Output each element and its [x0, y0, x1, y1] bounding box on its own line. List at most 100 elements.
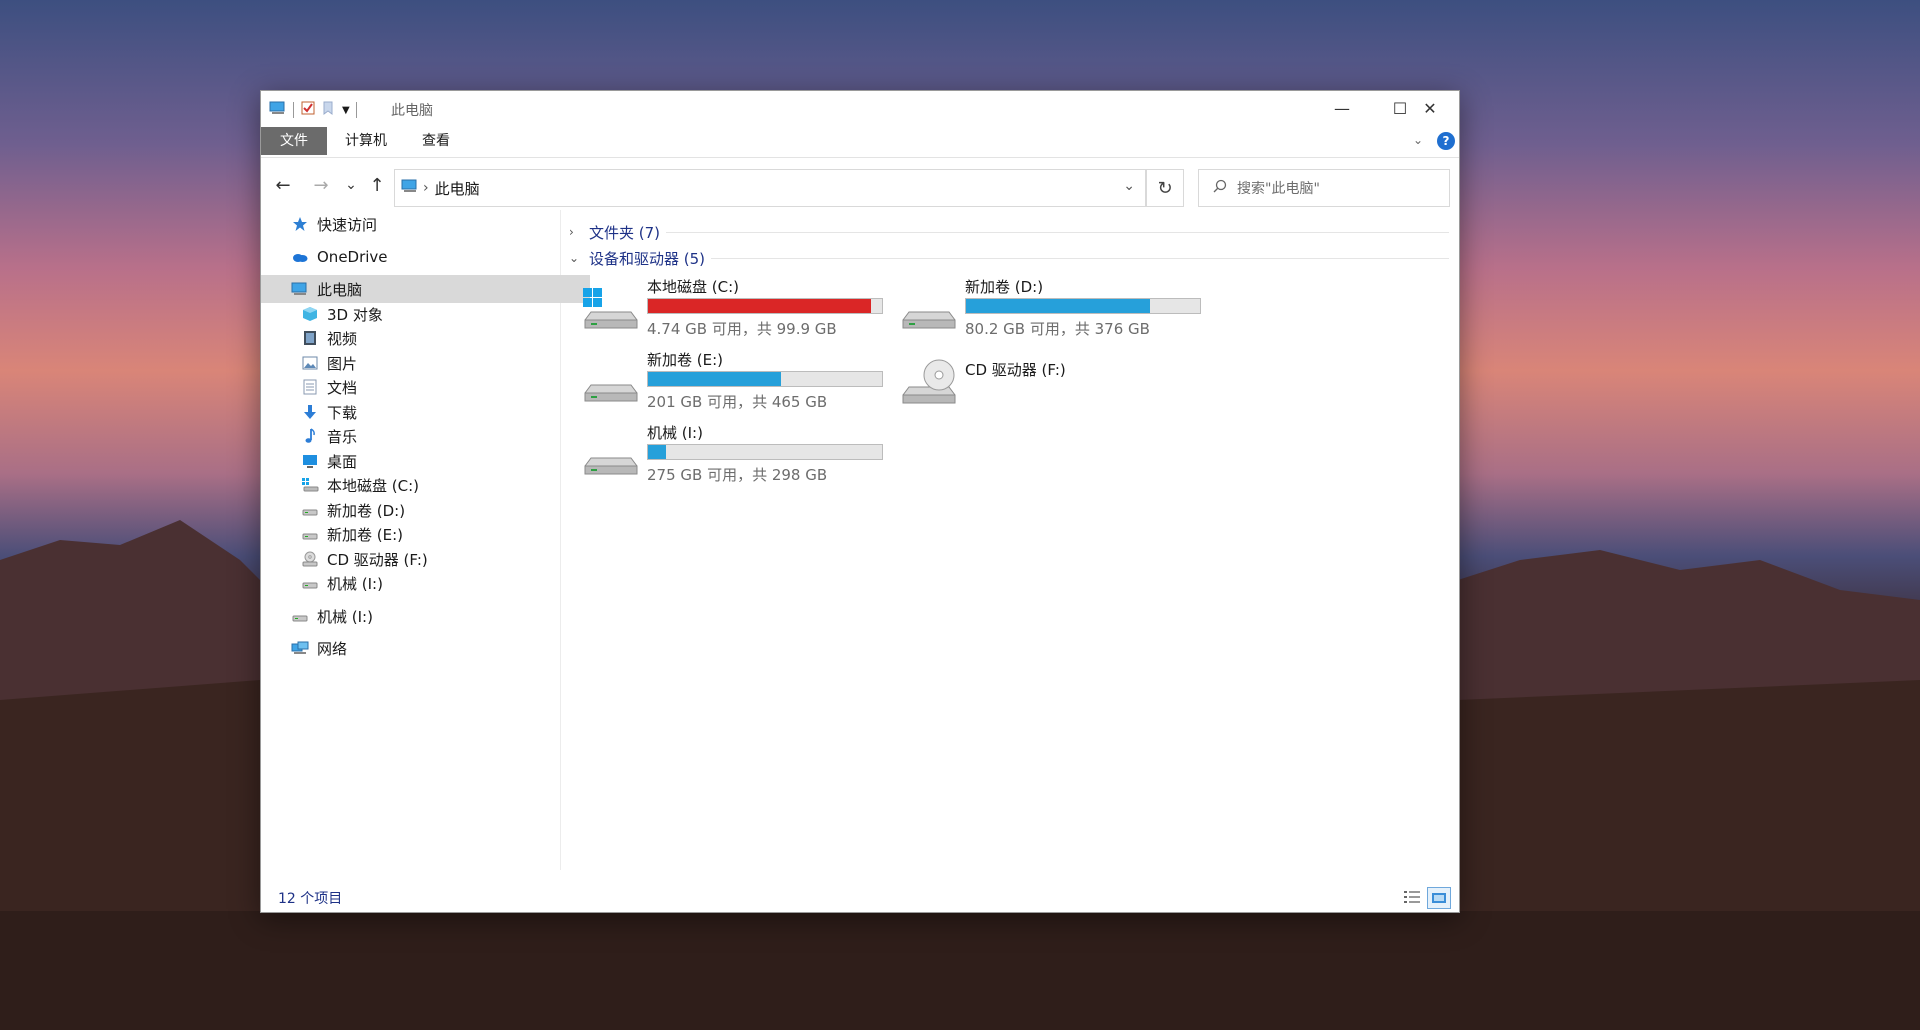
- chevron-down-icon: ⌄: [569, 251, 580, 265]
- quick-access-toolbar: ▼: [269, 100, 357, 120]
- drive-icon: [291, 607, 309, 625]
- sidebar-item-label: 网络: [317, 639, 348, 658]
- refresh-button[interactable]: ↻: [1146, 169, 1184, 207]
- tab-file[interactable]: 文件: [261, 127, 327, 155]
- network-icon: [291, 639, 309, 657]
- drive-name: 新加卷 (E:): [647, 351, 724, 369]
- sidebar-item-label: 3D 对象: [327, 305, 383, 324]
- chevron-down-icon[interactable]: ▼: [342, 105, 350, 116]
- sidebar-item-label: 新加卷 (D:): [327, 501, 406, 520]
- document-icon: [301, 378, 319, 396]
- system-drive-icon: [301, 476, 319, 494]
- sidebar-item-onedrive[interactable]: OneDrive: [261, 243, 590, 271]
- ribbon-tabs: 文件 计算机 查看 ⌄ ?: [261, 127, 1459, 158]
- desktop-icon: [301, 452, 319, 470]
- breadcrumb[interactable]: 此电脑: [435, 178, 480, 199]
- recent-locations-button[interactable]: ⌄: [337, 171, 365, 199]
- group-label: 设备和驱动器 (5): [589, 247, 712, 269]
- sidebar-item-quick-access[interactable]: 快速访问: [261, 210, 590, 238]
- sidebar-item-label: 机械 (I:): [327, 574, 383, 593]
- chevron-down-icon[interactable]: ⌄: [1123, 178, 1135, 194]
- drive-usage-bar: [965, 298, 1201, 314]
- drive-usage-bar: [647, 371, 883, 387]
- sidebar-item-label: 文档: [327, 378, 358, 397]
- chevron-down-icon[interactable]: ⌄: [1413, 133, 1423, 147]
- sidebar-item-label: 新加卷 (E:): [327, 525, 404, 544]
- drive-name: 机械 (I:): [647, 424, 703, 442]
- drive-icon: [301, 525, 319, 543]
- drive-icon: [584, 384, 638, 402]
- sidebar-item-label: 图片: [327, 354, 358, 373]
- sidebar-item-network[interactable]: 网络: [261, 634, 590, 662]
- drive-tile-d[interactable]: 新加卷 (D:) 80.2 GB 可用，共 376 GB: [901, 276, 1211, 340]
- chevron-right-icon: ›: [569, 225, 574, 239]
- sidebar-item-label: 快速访问: [317, 215, 378, 234]
- download-icon: [301, 403, 319, 421]
- new-folder-icon[interactable]: [322, 100, 336, 120]
- back-button[interactable]: ←: [269, 171, 297, 199]
- sidebar-item-documents[interactable]: 文档: [261, 373, 600, 401]
- item-count: 12 个项目: [278, 891, 343, 907]
- search-input[interactable]: 搜索"此电脑": [1198, 169, 1450, 207]
- drive-space-info: 4.74 GB 可用，共 99.9 GB: [647, 320, 837, 338]
- address-bar[interactable]: › 此电脑 ⌄: [394, 169, 1146, 207]
- drive-usage-fill: [966, 299, 1151, 313]
- tiles-view-button[interactable]: [1427, 887, 1451, 909]
- sidebar-item-drive-e[interactable]: 新加卷 (E:): [261, 520, 600, 548]
- drive-usage-fill: [648, 299, 871, 313]
- drive-tile-i[interactable]: 机械 (I:) 275 GB 可用，共 298 GB: [583, 422, 893, 486]
- drive-name: CD 驱动器 (F:): [965, 361, 1066, 379]
- search-placeholder: 搜索"此电脑": [1237, 181, 1320, 197]
- cube-icon: [301, 305, 319, 323]
- music-icon: [301, 427, 319, 445]
- window-title: 此电脑: [391, 103, 433, 119]
- drive-icon: [584, 457, 638, 475]
- cloud-icon: [291, 248, 309, 266]
- properties-icon[interactable]: [300, 100, 316, 120]
- drive-space-info: 80.2 GB 可用，共 376 GB: [965, 320, 1150, 338]
- cd-drive-icon: [902, 359, 956, 404]
- tiles-view-icon: [1432, 893, 1446, 903]
- drive-usage-bar: [647, 298, 883, 314]
- up-button[interactable]: ↑: [363, 171, 391, 199]
- picture-icon: [301, 354, 319, 372]
- sidebar-item-music[interactable]: 音乐: [261, 422, 600, 450]
- sidebar-item-drive-c[interactable]: 本地磁盘 (C:): [261, 471, 600, 499]
- drive-tile-e[interactable]: 新加卷 (E:) 201 GB 可用，共 465 GB: [583, 349, 893, 413]
- sidebar-item-label: 此电脑: [317, 280, 363, 299]
- search-icon: [1213, 179, 1227, 197]
- file-explorer-window: ▼ 此电脑 — ☐ ✕ 文件 计算机 查看 ⌄ ? ← → ⌄ ↑ › 此电脑 …: [260, 90, 1460, 913]
- drive-name: 本地磁盘 (C:): [647, 278, 739, 296]
- sidebar-item-label: 桌面: [327, 452, 358, 471]
- drive-usage-fill: [648, 372, 781, 386]
- toolbar-divider: [293, 102, 294, 118]
- group-header-devices[interactable]: ⌄ 设备和驱动器 (5): [569, 246, 1449, 270]
- sidebar-item-label: OneDrive: [317, 248, 388, 266]
- content-pane: › 文件夹 (7) ⌄ 设备和驱动器 (5) 本地磁盘 (C:) 4.74 GB…: [561, 210, 1458, 870]
- pc-icon: [291, 280, 309, 298]
- details-view-button[interactable]: [1401, 887, 1423, 907]
- help-icon[interactable]: ?: [1437, 132, 1455, 150]
- sidebar-item-drive-i[interactable]: 机械 (I:): [261, 569, 600, 597]
- tab-view[interactable]: 查看: [408, 127, 464, 155]
- sidebar-item-drive-i-root[interactable]: 机械 (I:): [261, 602, 590, 630]
- minimize-button[interactable]: —: [1313, 91, 1371, 125]
- sidebar-item-label: 下载: [327, 403, 358, 422]
- breadcrumb-separator[interactable]: ›: [423, 180, 429, 196]
- pc-icon: [269, 100, 287, 120]
- tab-computer[interactable]: 计算机: [331, 127, 401, 155]
- group-header-folders[interactable]: › 文件夹 (7): [569, 220, 1449, 244]
- close-button[interactable]: ✕: [1401, 91, 1459, 125]
- drive-tile-c[interactable]: 本地磁盘 (C:) 4.74 GB 可用，共 99.9 GB: [583, 276, 893, 340]
- drive-name: 新加卷 (D:): [965, 278, 1044, 296]
- details-view-icon: [1404, 891, 1420, 903]
- sidebar-item-this-pc[interactable]: 此电脑: [261, 275, 590, 303]
- sidebar-item-label: 音乐: [327, 427, 358, 446]
- toolbar-divider: [355, 102, 357, 118]
- sidebar-item-label: 本地磁盘 (C:): [327, 476, 419, 495]
- sidebar-item-label: CD 驱动器 (F:): [327, 550, 428, 569]
- forward-button[interactable]: →: [307, 171, 335, 199]
- drive-usage-fill: [648, 445, 667, 459]
- drive-tile-f[interactable]: CD 驱动器 (F:): [901, 349, 1211, 413]
- sidebar-item-videos[interactable]: 视频: [261, 324, 600, 352]
